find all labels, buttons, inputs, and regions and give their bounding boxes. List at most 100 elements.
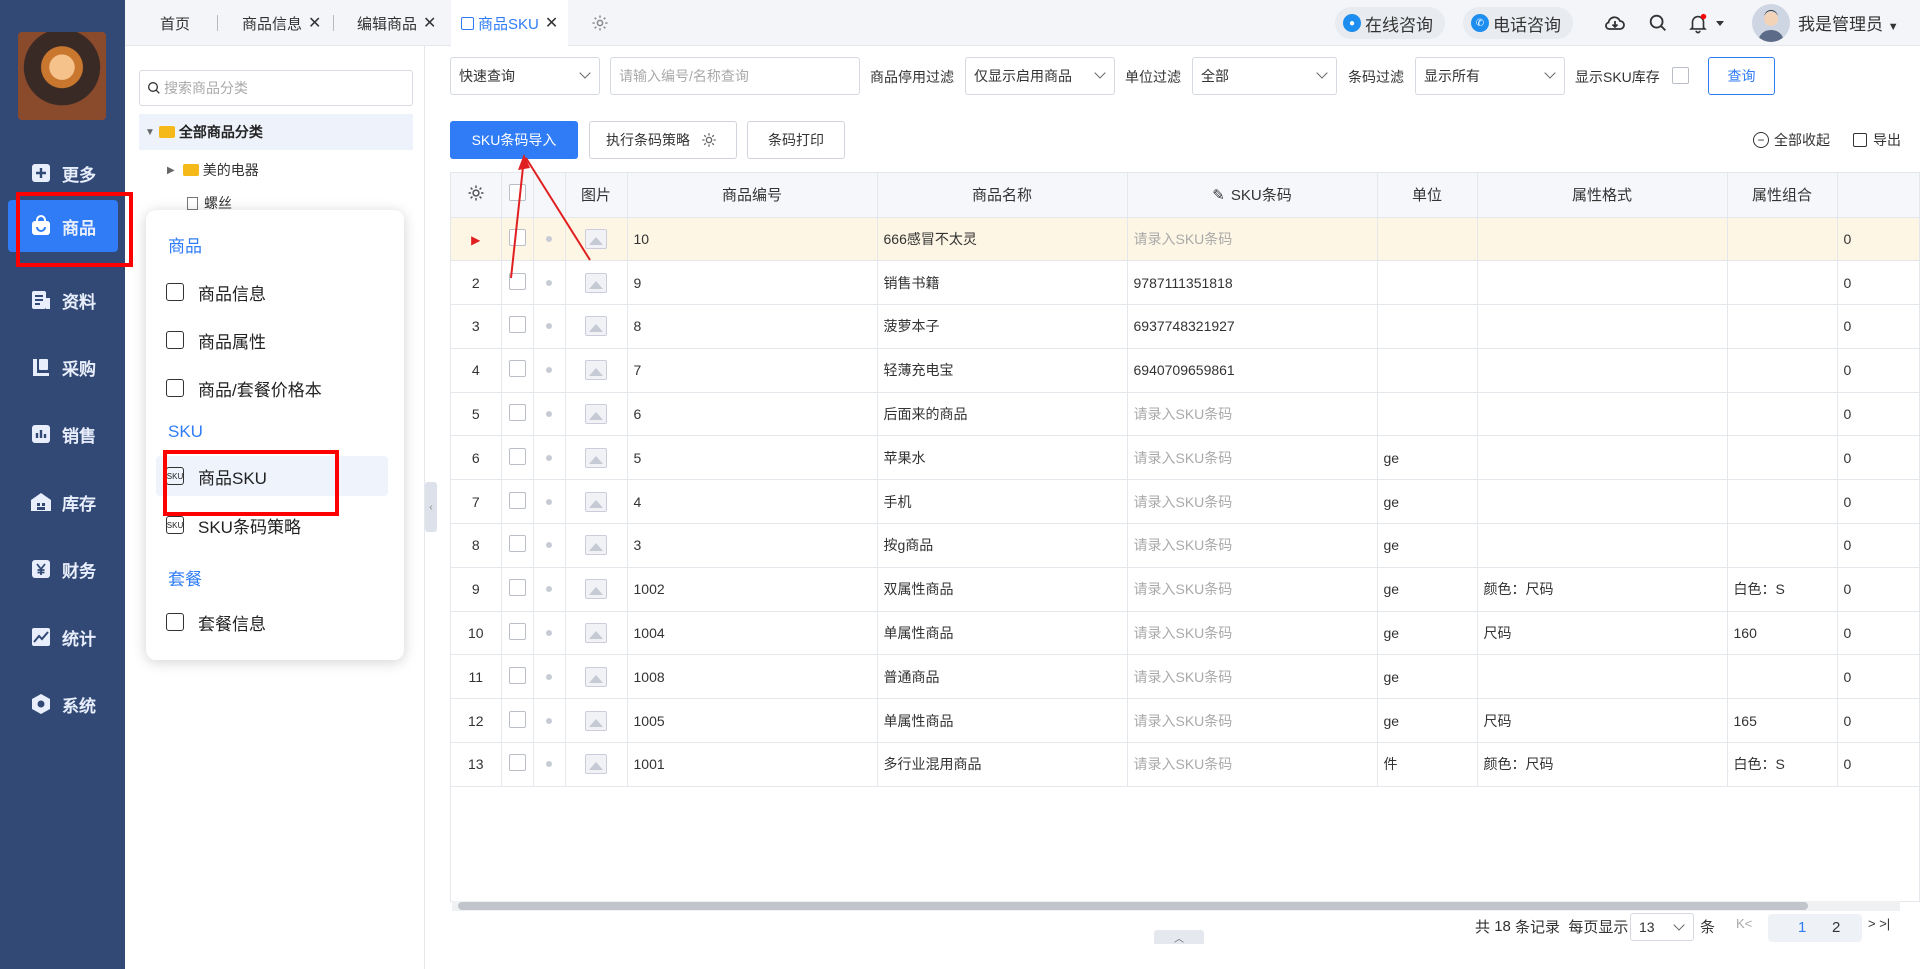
category-item[interactable]: ▶ 美的电器 — [167, 160, 259, 180]
menu-item-combo-info[interactable]: 套餐信息 — [166, 602, 266, 642]
col-more[interactable] — [1837, 173, 1919, 218]
table-row[interactable]: 4 7 轻薄充电宝 6940709659861 0 — [451, 348, 1919, 393]
table-row[interactable]: 8 3 按g商品 请录入SKU条码 ge 0 — [451, 523, 1919, 568]
first-prev-page-icons[interactable]: K< — [1736, 916, 1752, 931]
next-last-page-icons[interactable]: > >| — [1868, 916, 1890, 931]
row-image-cell[interactable] — [565, 611, 628, 656]
cloud-download-icon[interactable] — [1602, 10, 1628, 36]
row-checkbox-cell[interactable] — [501, 435, 534, 481]
row-checkbox-cell[interactable] — [501, 523, 534, 568]
tab-product-sku[interactable]: 商品SKU ✕ — [451, 0, 569, 46]
row-checkbox[interactable] — [508, 754, 526, 772]
row-image-cell[interactable] — [565, 742, 628, 787]
close-icon[interactable]: ✕ — [308, 13, 321, 33]
cell-barcode-input[interactable]: 请录入SKU条码 — [1127, 479, 1378, 525]
scrollbar-thumb[interactable] — [458, 902, 1808, 910]
row-checkbox[interactable] — [508, 623, 526, 641]
nav-item-2[interactable]: 资料 — [0, 273, 125, 327]
table-row[interactable]: 6 5 苹果水 请录入SKU条码 ge 0 — [451, 435, 1919, 481]
row-image-cell[interactable] — [565, 304, 628, 349]
row-checkbox-cell[interactable] — [501, 654, 534, 700]
menu-item-price-book[interactable]: 商品/套餐价格本 — [166, 368, 322, 408]
cell-barcode-input[interactable]: 请录入SKU条码 — [1127, 435, 1378, 481]
disabled-filter-select[interactable]: 仅显示启用商品 — [965, 57, 1115, 95]
cell-barcode-input[interactable]: 请录入SKU条码 — [1127, 611, 1378, 656]
row-image-cell[interactable] — [565, 435, 628, 481]
horizontal-scrollbar[interactable] — [452, 901, 1900, 911]
cell-barcode-input[interactable]: 9787111351818 — [1127, 260, 1378, 306]
row-checkbox-cell[interactable] — [501, 304, 534, 349]
nav-item-3[interactable]: 采购 — [0, 340, 125, 394]
search-icon[interactable] — [1645, 10, 1671, 36]
row-checkbox-cell[interactable] — [501, 348, 534, 393]
user-avatar[interactable] — [1752, 4, 1790, 42]
show-stock-checkbox[interactable] — [1672, 67, 1689, 84]
table-row[interactable]: 3 8 菠萝本子 6937748321927 0 — [451, 304, 1919, 349]
keyword-search-input[interactable]: 请输入编号/名称查询 — [610, 57, 860, 95]
row-checkbox[interactable] — [508, 710, 526, 728]
cell-barcode-input[interactable]: 请录入SKU条码 — [1127, 698, 1378, 744]
cell-barcode-input[interactable]: 请录入SKU条码 — [1127, 392, 1378, 437]
row-checkbox-cell[interactable] — [501, 479, 534, 525]
page-size-select[interactable]: 13 — [1630, 913, 1694, 941]
menu-item-product-info[interactable]: 商品信息 — [166, 272, 266, 312]
close-icon[interactable]: ✕ — [545, 13, 558, 33]
cell-barcode-input[interactable]: 请录入SKU条码 — [1127, 742, 1378, 787]
cell-barcode-input[interactable]: 6937748321927 — [1127, 304, 1378, 349]
page-1-button[interactable]: 1 — [1798, 919, 1806, 936]
tab-edit-product[interactable]: 编辑商品 ✕ — [357, 0, 436, 46]
phone-consult-button[interactable]: ✆ 电话咨询 — [1463, 7, 1573, 39]
tab-product-info[interactable]: 商品信息 ✕ — [242, 0, 321, 46]
table-row[interactable]: 7 4 手机 请录入SKU条码 ge 0 — [451, 479, 1919, 525]
online-consult-button[interactable]: ● 在线咨询 — [1335, 7, 1445, 39]
settings-gear-icon[interactable] — [587, 10, 613, 36]
gear-icon[interactable] — [700, 131, 718, 149]
nav-item-5[interactable]: 库存 — [0, 475, 125, 529]
row-checkbox[interactable] — [508, 491, 526, 509]
table-row[interactable]: 9 1002 双属性商品 请录入SKU条码 ge 颜色：尺码 白色：S 0 — [451, 567, 1919, 612]
quick-query-select[interactable]: 快速查询 — [450, 57, 600, 95]
row-checkbox-cell[interactable] — [501, 742, 534, 787]
barcode-filter-select[interactable]: 显示所有 — [1415, 57, 1565, 95]
col-name[interactable]: 商品名称 — [877, 173, 1128, 218]
page-2-button[interactable]: 2 — [1832, 919, 1840, 936]
table-row[interactable]: 13 1001 多行业混用商品 请录入SKU条码件颜色：尺码 白色：S 0 — [451, 742, 1919, 787]
tab-home[interactable]: 首页 — [160, 0, 190, 46]
table-row[interactable]: 2 9 销售书籍 9787111351818 0 — [451, 260, 1919, 306]
table-row[interactable]: 11 1008 普通商品 请录入SKU条码 ge 0 — [451, 654, 1919, 700]
category-root[interactable]: ▼ 全部商品分类 — [139, 114, 413, 150]
table-row[interactable]: ▶ 10 666感冒不太灵 请录入SKU条码 0 — [451, 217, 1919, 262]
table-row[interactable]: 10 1004 单属性商品 请录入SKU条码 ge 尺码 160 0 — [451, 611, 1919, 656]
row-checkbox[interactable] — [508, 535, 526, 553]
menu-item-product-attr[interactable]: 商品属性 — [166, 320, 266, 360]
row-checkbox[interactable] — [508, 579, 526, 597]
barcode-print-button[interactable]: 条码打印 — [747, 121, 845, 159]
row-checkbox-cell[interactable] — [501, 698, 534, 744]
nav-item-7[interactable]: 统计 — [0, 610, 125, 664]
cell-barcode-input[interactable]: 请录入SKU条码 — [1127, 654, 1378, 700]
cell-barcode-input[interactable]: 6940709659861 — [1127, 348, 1378, 393]
row-checkbox[interactable] — [508, 447, 526, 465]
cell-barcode-input[interactable]: 请录入SKU条码 — [1127, 567, 1378, 612]
row-image-cell[interactable] — [565, 654, 628, 700]
row-image-cell[interactable] — [565, 523, 628, 568]
col-barcode[interactable]: ✎ SKU条码 — [1127, 173, 1378, 218]
panel-collapse-handle[interactable]: ‹ — [425, 482, 437, 532]
user-name[interactable]: 我是管理员 ▼ — [1798, 10, 1899, 35]
row-checkbox-cell[interactable] — [501, 392, 534, 437]
row-checkbox[interactable] — [508, 404, 526, 422]
col-attr-combo[interactable]: 属性组合 — [1727, 173, 1838, 218]
row-checkbox[interactable] — [508, 360, 526, 378]
unit-filter-select[interactable]: 全部 — [1192, 57, 1337, 95]
collapse-all-button[interactable]: − 全部收起 — [1753, 130, 1830, 150]
row-checkbox[interactable] — [508, 666, 526, 684]
close-icon[interactable]: ✕ — [423, 13, 436, 33]
chevron-up-icon[interactable]: ︿ — [1154, 930, 1204, 945]
query-button[interactable]: 查询 — [1708, 57, 1775, 95]
gear-icon[interactable] — [466, 183, 486, 203]
cell-barcode-input[interactable]: 请录入SKU条码 — [1127, 523, 1378, 568]
table-row[interactable]: 12 1005 单属性商品 请录入SKU条码 ge 尺码 165 0 — [451, 698, 1919, 744]
category-item[interactable]: 螺丝 — [187, 196, 232, 210]
row-image-cell[interactable] — [565, 392, 628, 437]
caret-down-icon[interactable] — [1707, 10, 1733, 36]
